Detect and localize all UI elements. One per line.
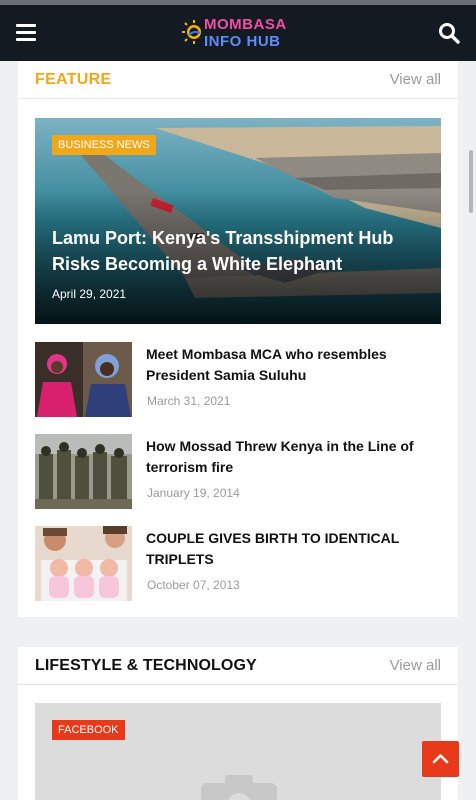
article-title[interactable]: COUPLE GIVES BIRTH TO IDENTICAL TRIPLETS (146, 528, 442, 570)
site-logo[interactable]: MOMBASA INFO HUB (182, 14, 294, 52)
lifestyle-featured-card[interactable]: FACEBOOK (35, 703, 441, 800)
top-navigation-bar: MOMBASA INFO HUB (0, 5, 476, 61)
article-list-item[interactable]: How Mossad Threw Kenya in the Line of te… (35, 434, 441, 510)
search-icon[interactable] (438, 22, 460, 44)
article-thumbnail (35, 526, 132, 601)
lifestyle-technology-section: LIFESTYLE & TECHNOLOGY View all FACEBOOK (18, 647, 458, 800)
feature-section: FEATURE View all BUSINESS NEWS Lamu Port… (18, 61, 458, 617)
camera-placeholder-icon (201, 775, 277, 800)
article-thumbnail (35, 434, 132, 509)
view-all-link[interactable]: View all (390, 657, 441, 674)
category-badge[interactable]: FACEBOOK (52, 720, 125, 740)
featured-article-card[interactable]: BUSINESS NEWS Lamu Port: Kenya's Transsh… (35, 118, 441, 324)
section-header: FEATURE View all (18, 61, 458, 99)
section-header: LIFESTYLE & TECHNOLOGY View all (18, 647, 458, 685)
article-date: January 19, 2014 (147, 486, 240, 500)
article-list-item[interactable]: Meet Mombasa MCA who resembles President… (35, 342, 441, 418)
featured-article-date: April 29, 2021 (52, 287, 127, 301)
scrollbar-thumb[interactable] (469, 150, 473, 213)
category-badge[interactable]: BUSINESS NEWS (52, 135, 156, 155)
chevron-up-icon (432, 754, 449, 764)
back-to-top-button[interactable] (422, 741, 459, 777)
article-date: March 31, 2021 (147, 394, 231, 408)
article-title[interactable]: Meet Mombasa MCA who resembles President… (146, 344, 442, 386)
article-thumbnail (35, 342, 132, 417)
article-list-item[interactable]: COUPLE GIVES BIRTH TO IDENTICAL TRIPLETS… (35, 526, 441, 602)
sun-logo-icon (182, 20, 201, 44)
featured-article-title[interactable]: Lamu Port: Kenya's Transshipment Hub Ris… (52, 225, 432, 277)
logo-text-bottom: INFO HUB (204, 33, 281, 50)
hamburger-menu-icon[interactable] (16, 24, 36, 42)
article-date: October 07, 2013 (147, 578, 240, 592)
article-title[interactable]: How Mossad Threw Kenya in the Line of te… (146, 436, 442, 478)
section-title: LIFESTYLE & TECHNOLOGY (35, 657, 257, 674)
view-all-link[interactable]: View all (390, 71, 441, 88)
logo-text-top: MOMBASA (204, 16, 287, 33)
section-title: FEATURE (35, 71, 112, 88)
